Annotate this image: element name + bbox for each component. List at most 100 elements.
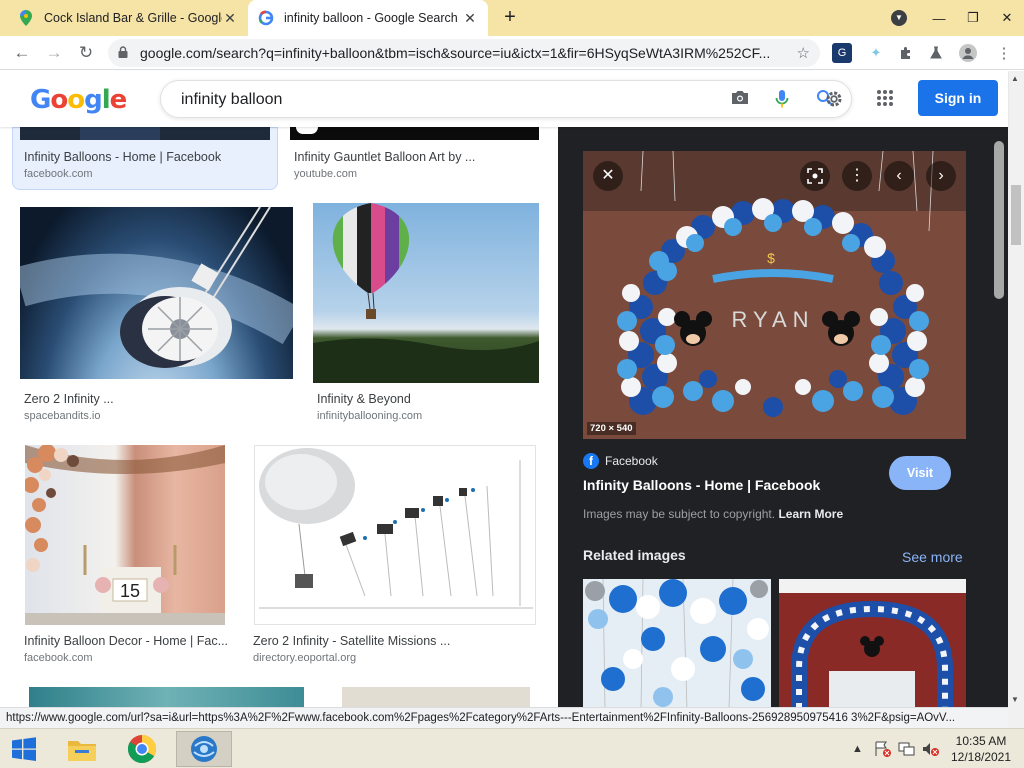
clock-time: 10:35 AM [955, 734, 1007, 748]
tab-search-icon[interactable]: ▼ [891, 10, 907, 26]
status-bar-url: https://www.google.com/url?sa=i&url=http… [0, 707, 1008, 728]
svg-text:15: 15 [120, 581, 140, 601]
lock-icon [118, 45, 132, 61]
camera-icon[interactable] [729, 89, 751, 111]
remote-desktop-icon[interactable] [176, 731, 232, 767]
horizontal-scroll-right-icon[interactable] [1008, 707, 1024, 728]
maximize-button[interactable]: ❐ [956, 10, 990, 26]
sign-in-button[interactable]: Sign in [918, 80, 998, 116]
result-source[interactable]: youtube.com [294, 168, 357, 180]
result-thumbnail[interactable] [313, 203, 539, 383]
tab-title: Cock Island Bar & Grille - Google [44, 11, 222, 25]
tab-strip: Cock Island Bar & Grille - Google ✕ infi… [0, 0, 1024, 36]
back-icon[interactable]: ← [10, 41, 34, 65]
result-thumbnail[interactable]: 15 [25, 445, 225, 625]
result-source[interactable]: infinityballooning.com [317, 410, 422, 422]
google-header: Google infinity balloon Sign in [0, 71, 1008, 127]
page-scrollbar[interactable]: ▲ ▼ [1008, 71, 1024, 707]
tab-google-search[interactable]: infinity balloon - Google Search ✕ [248, 0, 488, 36]
new-tab-button[interactable]: + [498, 6, 522, 30]
result-source[interactable]: spacebandits.io [24, 410, 100, 422]
scroll-down-icon[interactable]: ▼ [1011, 695, 1019, 704]
copyright-text: Images may be subject to copyright. [583, 507, 776, 521]
learn-more-link[interactable]: Learn More [778, 507, 843, 521]
image-preview-panel: RYAN $ ✕ ⋮ ‹ › 720 × 540 f Facebook Infi… [558, 127, 992, 707]
lens-search-icon[interactable] [800, 161, 830, 191]
tray-overflow-icon[interactable]: ▲ [852, 729, 863, 768]
result-title[interactable]: Infinity Balloon Decor - Home | Fac... [24, 634, 228, 648]
apps-grid-icon[interactable] [876, 89, 894, 107]
result-title[interactable]: Infinity Gauntlet Balloon Art by ... [294, 150, 544, 164]
result-thumbnail[interactable] [342, 687, 530, 707]
see-more-link[interactable]: See more [902, 549, 963, 565]
image-results-grid: Infinity Balloons - Home | Facebook face… [0, 127, 558, 707]
tab-cock-island[interactable]: Cock Island Bar & Grille - Google ✕ [8, 0, 248, 36]
result-title[interactable]: Zero 2 Infinity ... [24, 392, 274, 406]
chevron-right-icon[interactable]: › [926, 161, 956, 191]
chrome-icon[interactable] [114, 731, 170, 767]
preview-image[interactable]: RYAN $ ✕ ⋮ ‹ › 720 × 540 [583, 151, 966, 439]
lab-flask-icon[interactable] [926, 43, 946, 63]
preview-source[interactable]: f Facebook [583, 453, 658, 469]
related-image[interactable] [779, 579, 966, 707]
browser-toolbar: ← → ↻ google.com/search?q=infinity+ballo… [0, 36, 1024, 70]
reload-icon[interactable]: ↻ [74, 41, 98, 65]
scroll-thumb[interactable] [1011, 185, 1021, 245]
file-explorer-icon[interactable] [54, 731, 110, 767]
result-title[interactable]: Infinity Balloons - Home | Facebook [24, 150, 274, 164]
banner-text: RYAN [731, 307, 814, 332]
address-bar[interactable]: google.com/search?q=infinity+balloon&tbm… [108, 39, 820, 67]
result-title[interactable]: Infinity & Beyond [317, 392, 547, 406]
scroll-up-icon[interactable]: ▲ [1011, 74, 1019, 83]
result-thumbnail[interactable] [290, 127, 539, 140]
image-dimensions: 720 × 540 [587, 422, 636, 435]
forward-icon[interactable]: → [42, 41, 66, 65]
profile-avatar-icon[interactable] [958, 43, 978, 63]
result-thumbnail[interactable] [254, 445, 536, 625]
extension-icon[interactable]: ✦ [866, 43, 886, 63]
search-box[interactable]: infinity balloon [160, 80, 852, 118]
tab-title: infinity balloon - Google Search [284, 11, 458, 25]
result-thumbnail[interactable] [20, 207, 293, 379]
result-thumbnail[interactable] [29, 687, 304, 707]
extension-icon[interactable]: G [832, 43, 852, 63]
url-text: google.com/search?q=infinity+balloon&tbm… [140, 45, 771, 61]
preview-source-name: Facebook [605, 454, 658, 468]
settings-gear-icon[interactable] [823, 89, 845, 111]
kebab-menu-icon[interactable]: ⋮ [994, 43, 1014, 63]
action-center-flag-icon[interactable] [874, 729, 892, 768]
result-source[interactable]: facebook.com [24, 168, 92, 180]
clock-date: 12/18/2021 [950, 750, 1012, 764]
close-icon[interactable]: ✕ [462, 10, 478, 27]
bookmark-star-icon[interactable]: ☆ [797, 44, 810, 62]
result-source[interactable]: facebook.com [24, 652, 92, 664]
preview-title[interactable]: Infinity Balloons - Home | Facebook [583, 477, 820, 493]
windows-taskbar: ▲ 10:35 AM 12/18/2021 [0, 728, 1024, 768]
svg-text:$: $ [767, 250, 775, 266]
search-input[interactable]: infinity balloon [181, 91, 282, 109]
related-image[interactable] [583, 579, 771, 707]
close-icon[interactable]: ✕ [593, 161, 623, 191]
volume-muted-icon[interactable] [922, 729, 940, 768]
copyright-notice: Images may be subject to copyright. Lear… [583, 507, 843, 521]
visit-button[interactable]: Visit [889, 456, 951, 490]
chevron-left-icon[interactable]: ‹ [884, 161, 914, 191]
window-close-button[interactable]: ✕ [990, 10, 1024, 26]
close-icon[interactable]: ✕ [222, 10, 238, 27]
related-images-heading: Related images [583, 547, 686, 563]
network-icon[interactable] [898, 729, 916, 768]
windows-start-icon[interactable] [0, 731, 48, 767]
result-thumbnail[interactable] [20, 127, 270, 140]
google-g-icon [258, 10, 274, 26]
microphone-icon[interactable] [771, 89, 793, 111]
minimize-button[interactable]: — [922, 11, 956, 26]
facebook-icon: f [583, 453, 599, 469]
maps-pin-icon [18, 10, 34, 26]
puzzle-icon[interactable] [896, 43, 916, 63]
more-options-icon[interactable]: ⋮ [842, 161, 872, 191]
preview-scrollbar[interactable] [992, 127, 1008, 707]
result-source[interactable]: directory.eoportal.org [253, 652, 356, 664]
taskbar-clock[interactable]: 10:35 AM 12/18/2021 [944, 733, 1018, 765]
google-logo[interactable]: Google [30, 85, 127, 115]
result-title[interactable]: Zero 2 Infinity - Satellite Missions ... [253, 634, 483, 648]
